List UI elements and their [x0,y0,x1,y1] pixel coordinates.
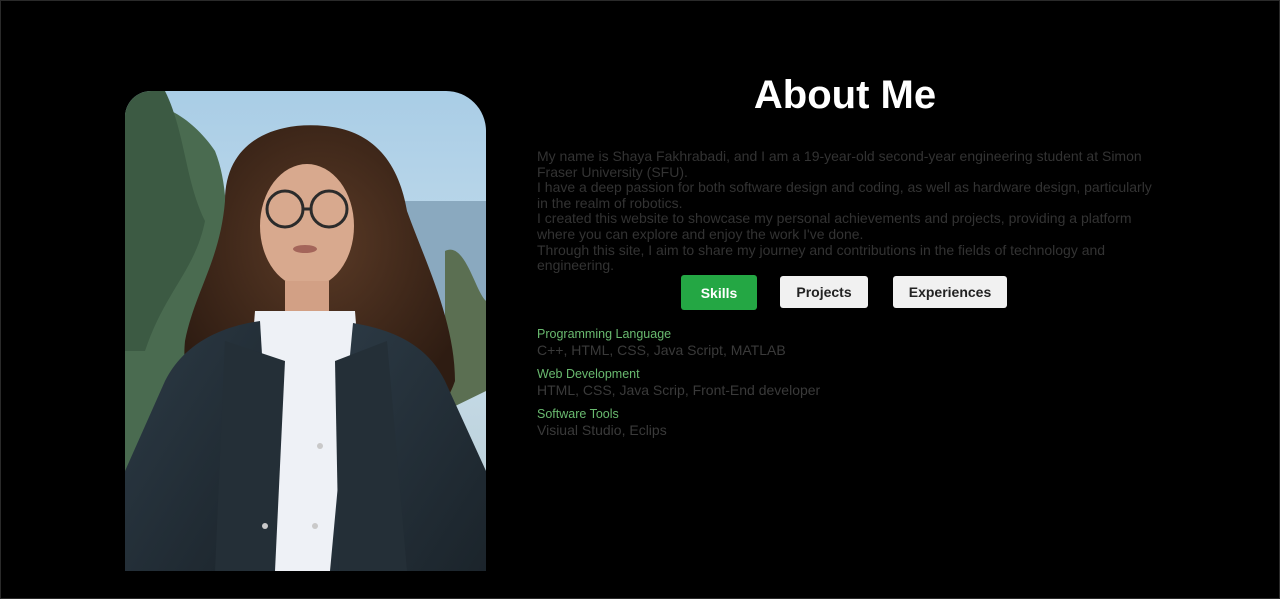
about-section: About Me My name is Shaya Fakhrabadi, an… [537,61,1157,438]
skill-items: C++, HTML, CSS, Java Script, MATLAB [537,342,786,358]
about-bio: My name is Shaya Fakhrabadi, and I am a … [537,148,1153,274]
skills-panel: Programming Language C++, HTML, CSS, Jav… [537,327,1157,447]
skill-group: Software Tools Visiual Studio, Eclips [537,407,1157,439]
skill-items: Visiual Studio, Eclips [537,422,667,438]
profile-photo [125,91,486,571]
bio-paragraph: My name is Shaya Fakhrabadi, and I am a … [537,148,1142,180]
tab-skills[interactable]: Skills [681,275,757,310]
skill-items: HTML, CSS, Java Scrip, Front-End develop… [537,382,821,398]
skill-heading: Programming Language [537,327,672,341]
skill-heading: Software Tools [537,407,619,421]
skill-group: Programming Language C++, HTML, CSS, Jav… [537,327,1157,359]
bio-paragraph: Through this site, I aim to share my jou… [537,241,1106,274]
bio-paragraph: I have a deep passion for both software … [537,179,1152,211]
tab-experiences[interactable]: Experiences [893,276,1007,308]
portrait-image [125,91,486,571]
tab-projects[interactable]: Projects [780,276,868,308]
skill-heading: Web Development [537,367,640,381]
about-title: About Me [753,73,937,117]
page-frame: About Me My name is Shaya Fakhrabadi, an… [0,0,1280,599]
skill-group: Web Development HTML, CSS, Java Scrip, F… [537,367,1157,399]
bio-paragraph: I created this website to showcase my pe… [537,210,1132,242]
tab-bar: Skills Projects Experiences [681,275,1007,310]
